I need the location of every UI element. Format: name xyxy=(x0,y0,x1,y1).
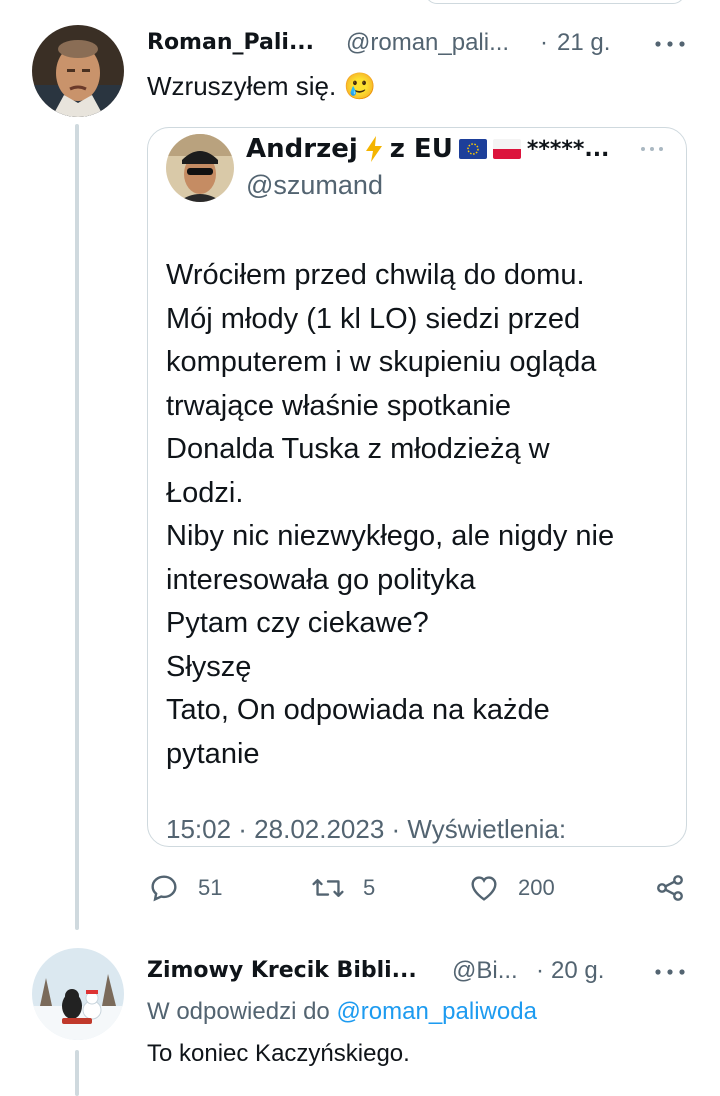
reply-context: W odpowiedzi do @roman_paliwoda xyxy=(147,998,537,1025)
dot-separator: · xyxy=(540,29,548,56)
poland-flag-icon xyxy=(492,139,521,159)
reply-text: To koniec Kaczyńskiego. xyxy=(147,1040,410,1067)
author-handle[interactable]: @roman_pali... xyxy=(346,29,509,57)
tweet-time[interactable]: 21 g. xyxy=(557,29,610,57)
reply-button[interactable]: 51 xyxy=(148,872,222,904)
retweet-count: 5 xyxy=(363,875,376,900)
reply-time[interactable]: 20 g. xyxy=(551,957,604,985)
more-icon[interactable] xyxy=(654,34,686,59)
retweet-icon xyxy=(312,878,344,898)
thread-line-continued xyxy=(75,1050,79,1096)
quoted-tweet-text: Wróciłem przed chwilą do domu. Mój młody… xyxy=(166,259,615,770)
avatar-roman[interactable] xyxy=(32,25,124,117)
reply-dot-separator: · xyxy=(536,957,544,984)
reply-to-link[interactable]: @roman_paliwoda xyxy=(336,998,536,1025)
quoted-tweet-footer: 15:02 · 28.02.2023 · Wyświetlenia: xyxy=(166,814,567,844)
thread-line xyxy=(75,124,79,930)
tweet-text: Wzruszyłem się. 🥲 xyxy=(147,71,376,101)
reply-more-icon[interactable] xyxy=(654,962,686,987)
like-button[interactable]: 200 xyxy=(468,872,555,904)
quoted-author-handle: @szumand xyxy=(246,170,383,200)
retweet-button[interactable]: 5 xyxy=(311,872,375,904)
heart-icon xyxy=(471,876,497,901)
reply-icon xyxy=(151,875,177,902)
quoted-more-icon xyxy=(640,142,664,161)
share-icon xyxy=(657,875,683,901)
lightning-icon xyxy=(365,136,382,162)
share-button[interactable] xyxy=(654,872,686,909)
previous-card-edge xyxy=(425,0,685,4)
eu-flag-icon xyxy=(458,139,487,159)
quoted-author-name: Andrzej z EU *****... xyxy=(246,134,610,164)
quoted-tweet-card[interactable]: Andrzej z EU *****... @szumand Wróciłem … xyxy=(147,127,687,847)
author-name[interactable]: Roman_Pali... xyxy=(147,30,314,55)
reply-author-name[interactable]: Zimowy Krecik Bibli... xyxy=(147,958,417,983)
crying-smile-icon: 🥲 xyxy=(343,71,376,101)
like-count: 200 xyxy=(518,875,555,900)
avatar-krecik[interactable] xyxy=(32,948,124,1040)
reply-count: 51 xyxy=(198,875,223,900)
reply-author-handle[interactable]: @Bi... xyxy=(452,957,518,985)
avatar-andrzej xyxy=(166,134,234,202)
